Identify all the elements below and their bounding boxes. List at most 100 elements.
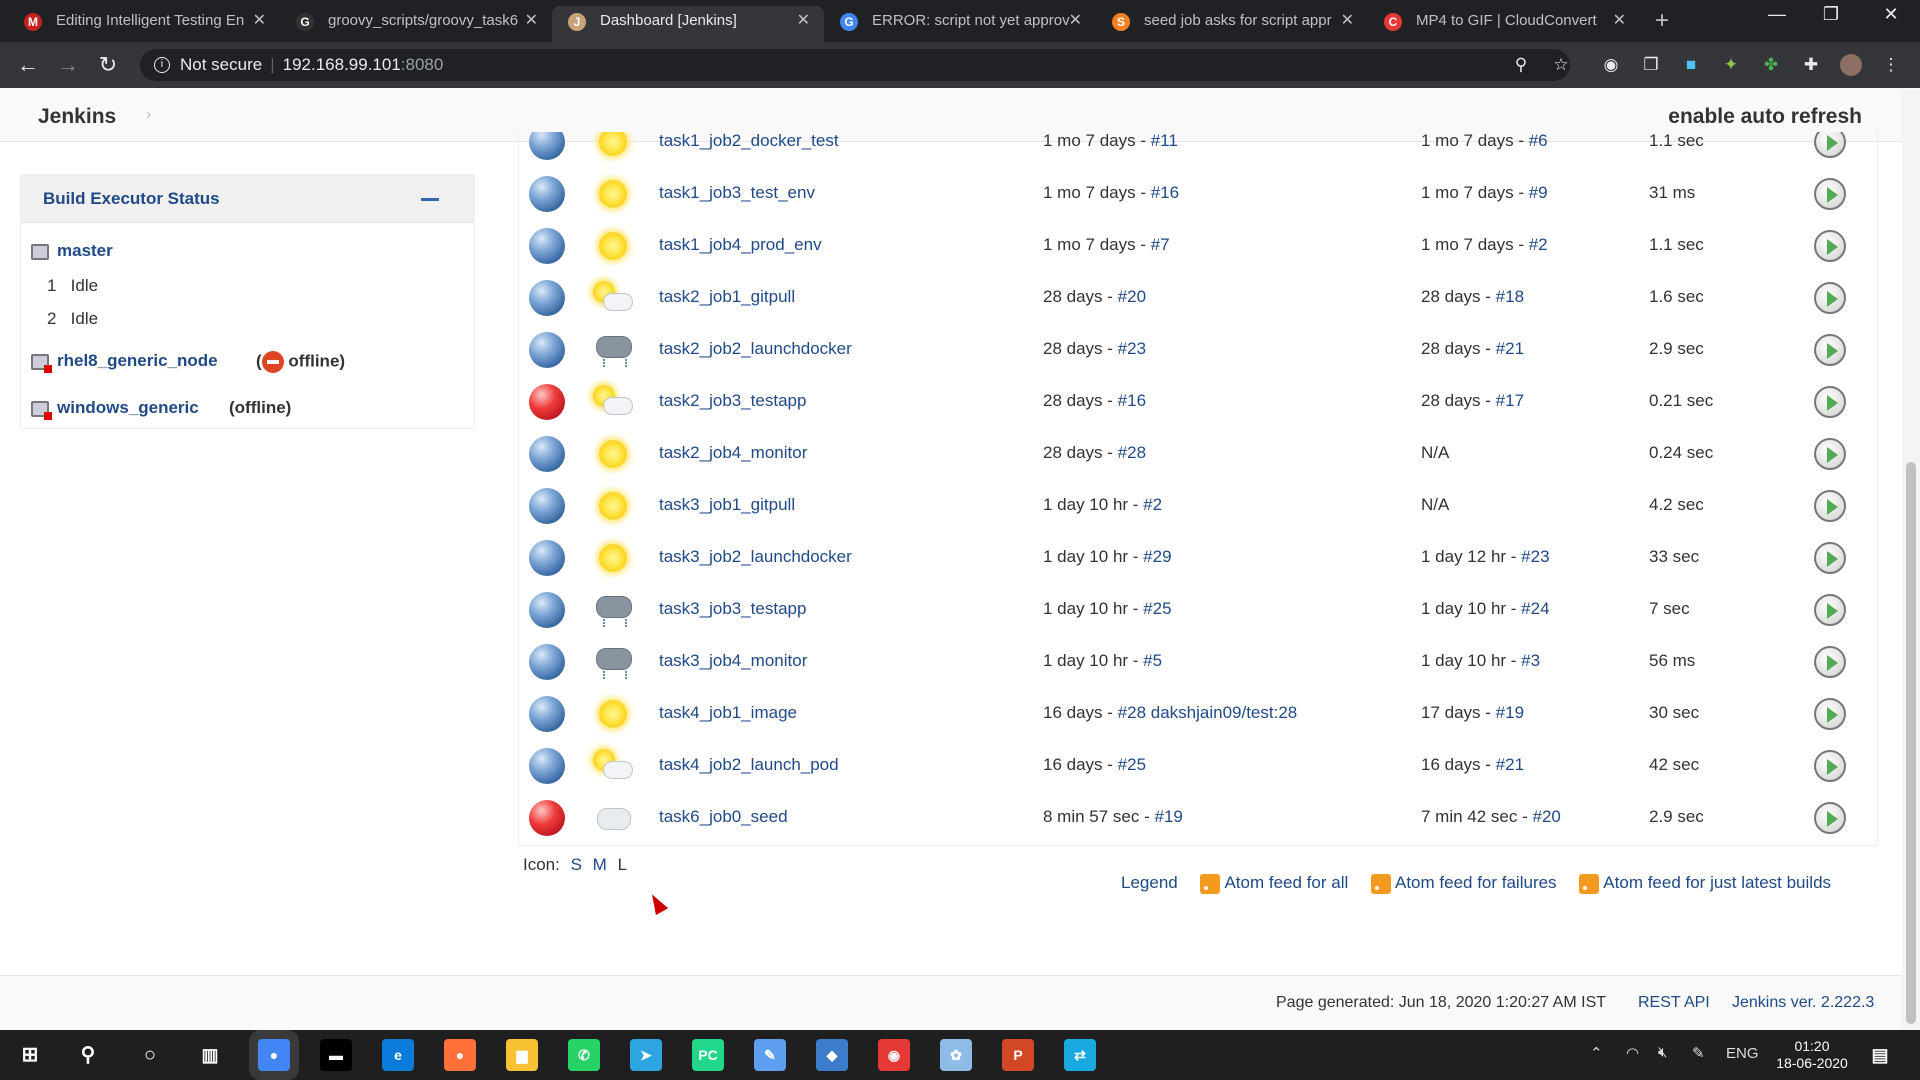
last-failure-build-link[interactable]: #19 — [1496, 703, 1524, 722]
job-name-link[interactable]: task2_job3_testapp — [659, 391, 806, 411]
last-failure-build-link[interactable]: #21 — [1496, 755, 1524, 774]
clock[interactable]: 01:20 18-06-2020 — [1772, 1038, 1852, 1072]
last-failure-build-link[interactable]: #3 — [1521, 651, 1540, 670]
last-success-build-link[interactable]: #16 — [1118, 391, 1146, 410]
browser-tab[interactable]: C MP4 to GIF | CloudConvert ✕ — [1368, 6, 1640, 42]
extension-leaf-icon[interactable]: ✦ — [1720, 54, 1742, 76]
tray-chevron-icon[interactable]: ⌃ — [1590, 1044, 1603, 1062]
extension-green-icon[interactable]: ✤ — [1760, 54, 1782, 76]
success-status-icon[interactable] — [529, 644, 565, 680]
schedule-build-icon[interactable] — [1814, 490, 1846, 522]
bookmark-star-icon[interactable]: ☆ — [1550, 54, 1572, 76]
breadcrumb-chevron-icon[interactable]: › — [146, 106, 151, 124]
atom-feed-latest-link[interactable]: Atom feed for just latest builds — [1603, 873, 1831, 892]
extension-copy-icon[interactable]: ❐ — [1640, 54, 1662, 76]
job-name-link[interactable]: task3_job2_launchdocker — [659, 547, 852, 567]
job-name-link[interactable]: task3_job3_testapp — [659, 599, 806, 619]
new-tab-button[interactable]: + — [1655, 6, 1669, 36]
last-success-build-link[interactable]: #16 — [1151, 183, 1179, 202]
schedule-build-icon[interactable] — [1814, 230, 1846, 262]
browser-tab[interactable]: Sseed job asks for script appr ✕ — [1096, 6, 1368, 42]
maximize-button[interactable]: ❐ — [1808, 4, 1854, 25]
close-tab-icon[interactable]: ✕ — [1613, 6, 1626, 36]
last-success-build-link[interactable]: #25 — [1143, 599, 1171, 618]
schedule-build-icon[interactable] — [1814, 542, 1846, 574]
last-failure-build-link[interactable]: #23 — [1521, 547, 1549, 566]
last-failure-build-link[interactable]: #9 — [1529, 183, 1548, 202]
profile-avatar[interactable] — [1840, 54, 1862, 76]
success-status-icon[interactable] — [529, 488, 565, 524]
telegram-icon[interactable]: ➤ — [630, 1039, 662, 1071]
close-tab-icon[interactable]: ✕ — [525, 6, 538, 36]
job-name-link[interactable]: task4_job2_launch_pod — [659, 755, 839, 775]
browser-tab[interactable]: J Dashboard [Jenkins] ✕ — [552, 6, 824, 42]
icon-size-s-link[interactable]: S — [571, 855, 582, 874]
minimize-button[interactable]: — — [1754, 4, 1800, 25]
job-name-link[interactable]: task1_job4_prod_env — [659, 235, 822, 255]
close-tab-icon[interactable]: ✕ — [797, 6, 810, 36]
weather-sunny-icon[interactable] — [593, 695, 633, 733]
notepad-icon[interactable]: ✎ — [754, 1039, 786, 1071]
success-status-icon[interactable] — [529, 228, 565, 264]
failed-status-icon[interactable] — [529, 384, 565, 420]
last-failure-build-link[interactable]: #20 — [1533, 807, 1561, 826]
reload-icon[interactable]: ↻ — [94, 52, 122, 78]
browser-tab[interactable]: G ERROR: script not yet approv ✕ — [824, 6, 1096, 42]
last-failure-build-link[interactable]: #18 — [1496, 287, 1524, 306]
back-icon[interactable]: ← — [14, 52, 42, 78]
schedule-build-icon[interactable] — [1814, 178, 1846, 210]
weather-sunny-icon[interactable] — [593, 175, 633, 213]
scrollbar-thumb[interactable] — [1906, 462, 1916, 1024]
info-icon[interactable]: i — [154, 57, 170, 73]
task-view-icon[interactable]: ▥ — [194, 1039, 226, 1071]
last-success-build-link[interactable]: #11 — [1151, 132, 1178, 150]
last-failure-build-link[interactable]: #24 — [1521, 599, 1549, 618]
schedule-build-icon[interactable] — [1814, 698, 1846, 730]
atom-feed-failures-link[interactable]: Atom feed for failures — [1395, 873, 1557, 892]
red-app-icon[interactable]: ◉ — [878, 1039, 910, 1071]
weather-sunny-icon[interactable] — [593, 227, 633, 265]
last-failure-build-link[interactable]: #21 — [1496, 339, 1524, 358]
last-success-build-link[interactable]: #28 — [1118, 443, 1146, 462]
job-name-link[interactable]: task2_job2_launchdocker — [659, 339, 852, 359]
language-indicator[interactable]: ENG — [1726, 1045, 1759, 1062]
success-status-icon[interactable] — [529, 592, 565, 628]
last-success-build-link[interactable]: #29 — [1143, 547, 1171, 566]
job-name-link[interactable]: task3_job1_gitpull — [659, 495, 795, 515]
last-success-build-link[interactable]: #2 — [1143, 495, 1162, 514]
node-master-link[interactable]: master — [57, 241, 113, 260]
last-failure-build-link[interactable]: #17 — [1496, 391, 1524, 410]
weather-cloudy-icon[interactable] — [593, 799, 633, 837]
success-status-icon[interactable] — [529, 748, 565, 784]
weather-storm-icon[interactable] — [593, 331, 633, 369]
network-icon[interactable]: ◠ — [1626, 1044, 1639, 1062]
schedule-build-icon[interactable] — [1814, 132, 1846, 158]
url-input[interactable]: i Not secure | 192.168.99.101:8080 — [140, 49, 1570, 81]
enable-auto-refresh-link[interactable]: enable auto refresh — [1668, 105, 1862, 129]
browser-tab[interactable]: M Editing Intelligent Testing En ✕ — [8, 6, 280, 42]
build-executor-status-link[interactable]: Build Executor Status — [43, 189, 220, 209]
schedule-build-icon[interactable] — [1814, 438, 1846, 470]
forward-icon[interactable]: → — [54, 52, 82, 78]
paint-icon[interactable]: ✿ — [940, 1039, 972, 1071]
volume-muted-icon[interactable]: 🔇︎ — [1658, 1044, 1667, 1061]
last-success-build-link[interactable]: #20 — [1118, 287, 1146, 306]
windows-start-icon[interactable]: ⊞ — [14, 1039, 46, 1071]
weather-storm-icon[interactable] — [593, 591, 633, 629]
schedule-build-icon[interactable] — [1814, 646, 1846, 678]
node-windows-link[interactable]: windows_generic — [57, 398, 199, 417]
terminal-icon[interactable]: ▬ — [320, 1039, 352, 1071]
close-tab-icon[interactable]: ✕ — [1069, 6, 1082, 36]
last-success-build-link[interactable]: #25 — [1118, 755, 1146, 774]
close-tab-icon[interactable]: ✕ — [253, 6, 266, 36]
last-success-build-link[interactable]: #7 — [1151, 235, 1170, 254]
weather-storm-icon[interactable] — [593, 643, 633, 681]
legend-link[interactable]: Legend — [1121, 873, 1178, 892]
pycharm-icon[interactable]: PC — [692, 1039, 724, 1071]
whatsapp-icon[interactable]: ✆ — [568, 1039, 600, 1071]
schedule-build-icon[interactable] — [1814, 594, 1846, 626]
jenkins-title[interactable]: Jenkins — [38, 105, 116, 129]
pen-icon[interactable]: ✎ — [1692, 1044, 1705, 1062]
success-status-icon[interactable] — [529, 696, 565, 732]
file-explorer-icon[interactable]: ▆ — [506, 1039, 538, 1071]
